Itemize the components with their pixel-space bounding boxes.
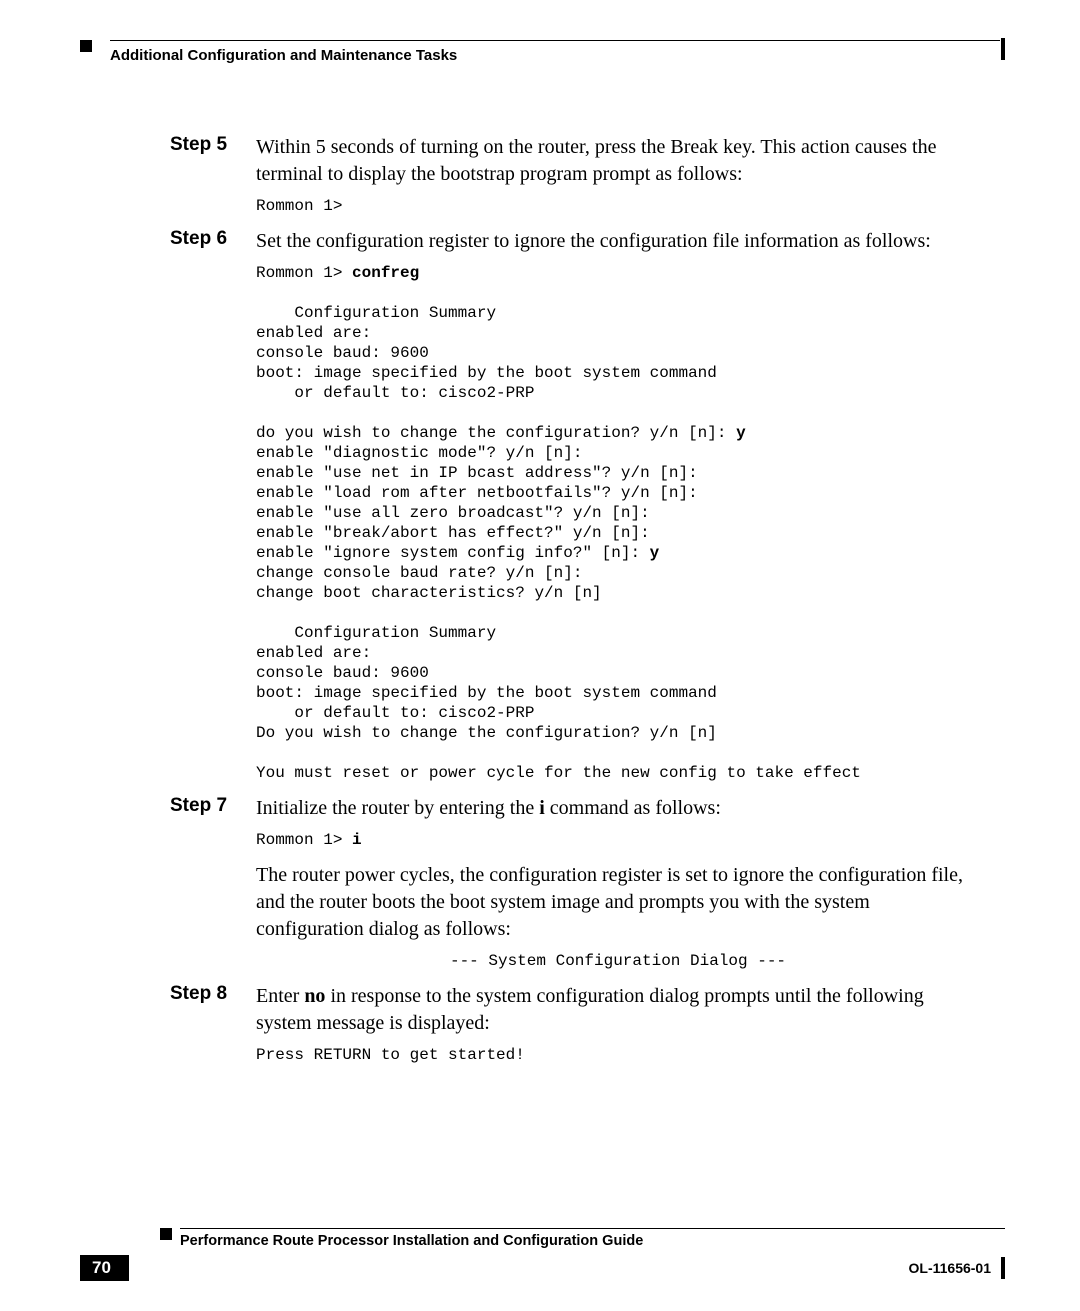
header-square-icon [80,40,92,52]
step-label: Step 5 [170,134,256,188]
footer: Performance Route Processor Installation… [80,1228,1005,1281]
step-label: Step 7 [170,795,256,822]
section-title: Additional Configuration and Maintenance… [110,47,1000,64]
command-text: confreg [352,264,419,282]
step-5: Step 5 Within 5 seconds of turning on th… [170,134,980,188]
code-text: Configuration Summary enabled are: conso… [256,304,717,402]
crop-mark-icon [1001,38,1005,60]
step-body: Within 5 seconds of turning on the route… [256,134,980,188]
user-input: y [736,424,746,442]
code-text: change console baud rate? y/n [n]: chang… [256,564,861,782]
crop-mark-icon [1001,1257,1005,1279]
doc-id: OL-11656-01 [909,1260,992,1276]
command-text: i [352,831,362,849]
step-body: Set the configuration register to ignore… [256,228,980,255]
code-block: Rommon 1> [256,196,980,216]
guide-title: Performance Route Processor Installation… [180,1233,1005,1249]
code-block: Rommon 1> confreg Configuration Summary … [256,263,980,783]
step-7: Step 7 Initialize the router by entering… [170,795,980,822]
step-body: Initialize the router by entering the i … [256,795,980,822]
prompt-text: Rommon 1> [256,831,352,849]
code-text: enable "diagnostic mode"? y/n [n]: enabl… [256,444,698,542]
step-label: Step 8 [170,983,256,1037]
code-block: Rommon 1> i [256,830,980,850]
code-block: --- System Configuration Dialog --- [256,951,980,971]
code-block: Press RETURN to get started! [256,1045,980,1065]
user-input: y [650,544,660,562]
code-text: enable "ignore system config info?" [n]: [256,544,650,562]
footer-bottom: 70 OL-11656-01 [80,1255,1005,1281]
header-bar: Additional Configuration and Maintenance… [110,40,1000,64]
page: Additional Configuration and Maintenance… [0,0,1080,1065]
text-pre: Enter [256,985,304,1007]
code-text: do you wish to change the configuration?… [256,424,736,442]
step-label: Step 6 [170,228,256,255]
step-8: Step 8 Enter no in response to the syste… [170,983,980,1037]
text-post: in response to the system configuration … [256,985,924,1034]
content-area: Step 5 Within 5 seconds of turning on th… [170,134,980,1065]
page-number: 70 [80,1255,129,1281]
footer-square-icon [160,1228,172,1240]
step-6: Step 6 Set the configuration register to… [170,228,980,255]
prompt-text: Rommon 1> [256,264,352,282]
text-pre: Initialize the router by entering the [256,797,539,819]
text-post: command as follows: [545,797,721,819]
step-paragraph: The router power cycles, the configurati… [256,862,980,943]
footer-rule [180,1228,1005,1229]
step-body: Enter no in response to the system confi… [256,983,980,1037]
text-bold: no [304,985,325,1007]
